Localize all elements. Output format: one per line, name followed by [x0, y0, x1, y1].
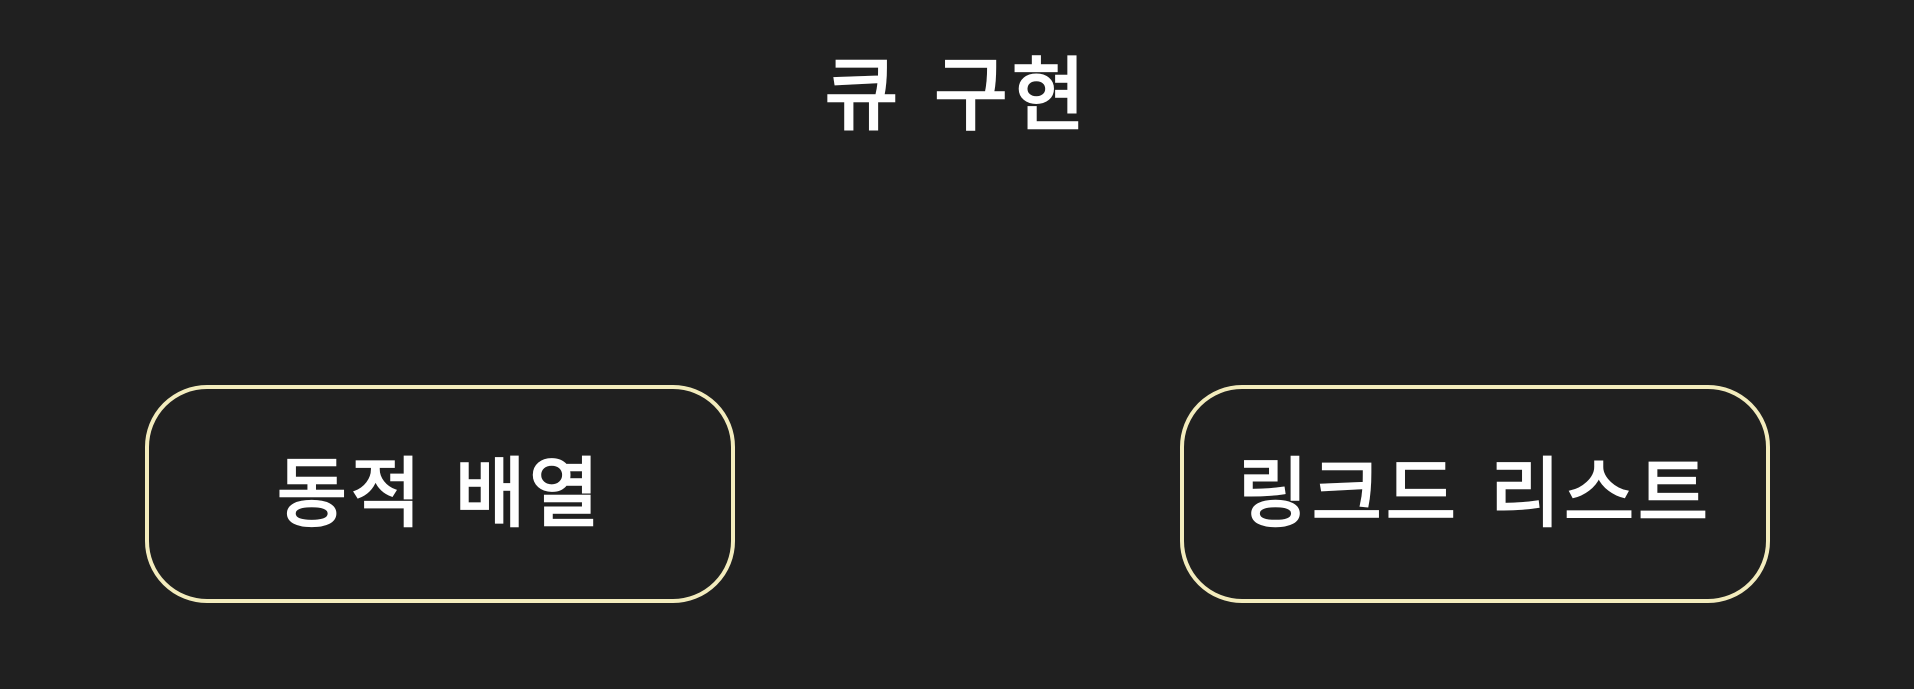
queue-implementation-screen: 큐 구현 동적 배열 링크드 리스트: [0, 0, 1914, 689]
linked-list-button[interactable]: 링크드 리스트: [1180, 385, 1770, 603]
linked-list-label: 링크드 리스트: [1238, 449, 1712, 538]
dynamic-array-button[interactable]: 동적 배열: [145, 385, 735, 603]
page-title: 큐 구현: [824, 49, 1090, 142]
dynamic-array-label: 동적 배열: [276, 449, 604, 538]
